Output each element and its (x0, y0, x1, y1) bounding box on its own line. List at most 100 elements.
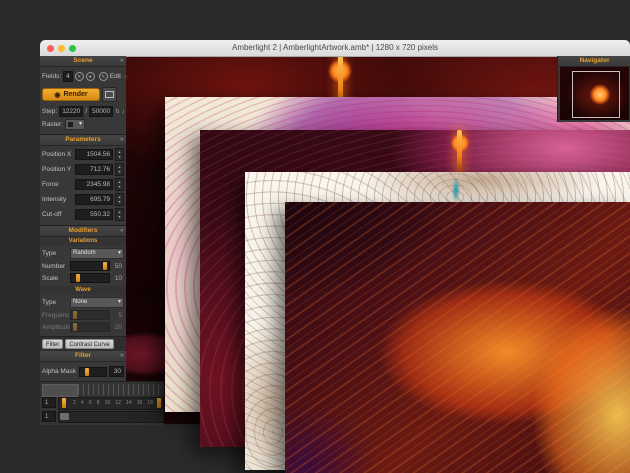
left-panel-column: Scene ✕ Fields: 4 ✕ ● ✎ Edit ⁘ ◉ Render (40, 56, 126, 424)
remove-field-icon[interactable]: ✕ (75, 72, 84, 81)
render-settings-button[interactable] (102, 87, 117, 102)
timeline-start-marker[interactable] (62, 398, 66, 408)
param-label: Intensity (42, 196, 73, 203)
wave-type-label: Type (42, 299, 68, 306)
frequency-label: Frequency (42, 312, 68, 319)
render-button-label: Render (63, 91, 87, 98)
move-handle-icon[interactable]: ⁘ (123, 73, 128, 81)
timeline-track[interactable]: 24681012141618 (58, 397, 164, 410)
amplitude-label: Amplitude (42, 324, 68, 331)
flame-artwork-detail (457, 130, 462, 174)
close-icon[interactable]: ✕ (120, 226, 124, 236)
add-field-icon[interactable]: ● (86, 72, 95, 81)
filter-panel-title: Filter (75, 352, 91, 359)
render-icon: ◉ (54, 91, 60, 99)
param-value-field[interactable]: 1504.56 (75, 149, 113, 160)
stepper-control[interactable]: ▴▾ (115, 163, 124, 176)
variations-type-value: Random (73, 249, 96, 258)
parameters-panel: Parameters ✕ Position X1504.56▴▾ Positio… (40, 135, 126, 226)
step-separator: / (85, 108, 87, 115)
scale-slider[interactable] (70, 273, 110, 283)
timeline-track-label: 1 (42, 397, 56, 408)
close-icon[interactable]: ✕ (120, 135, 124, 145)
number-label: Number (42, 263, 68, 270)
timeline-scroll-handle[interactable] (60, 413, 69, 420)
filter-panel-header[interactable]: Filter ✕ (40, 351, 126, 362)
timeline-end-marker[interactable] (157, 398, 161, 408)
param-value-field[interactable]: 695.79 (75, 194, 113, 205)
scene-panel-header[interactable]: Scene ✕ (40, 56, 126, 67)
navigator-panel-title: Navigator (580, 57, 610, 64)
frequency-slider[interactable] (70, 310, 110, 320)
fields-label: Fields: (42, 73, 61, 80)
timeline-scrollbar[interactable] (58, 411, 164, 423)
wave-type-value: None (73, 298, 87, 307)
render-button[interactable]: ◉ Render (42, 88, 100, 101)
number-slider[interactable] (70, 261, 110, 271)
variations-type-dropdown[interactable]: Random ▾ (70, 248, 124, 259)
edit-label[interactable]: Edit (110, 73, 121, 80)
swap-icon[interactable]: ⇅ (115, 109, 120, 115)
note-icon[interactable]: ♪ (122, 109, 125, 115)
scene-panel: Scene ✕ Fields: 4 ✕ ● ✎ Edit ⁘ ◉ Render (40, 56, 126, 135)
timeline-ruler (78, 384, 162, 395)
param-value-field[interactable]: 712.76 (75, 164, 113, 175)
param-value-field[interactable]: 2345.98 (75, 179, 113, 190)
edit-field-icon[interactable]: ✎ (99, 72, 108, 81)
chevron-down-icon: ▾ (118, 249, 121, 258)
step-label: Step: (42, 108, 57, 115)
alpha-mask-label: Alpha Mask (42, 368, 77, 375)
raster-dropdown[interactable]: ▾ (65, 119, 85, 130)
titlebar[interactable]: Amberlight 2 | AmberlightArtwork.amb* | … (40, 40, 630, 57)
modifiers-panel-header[interactable]: Modifiers ✕ (40, 226, 126, 237)
number-value: 50 (112, 263, 122, 270)
modifiers-panel: Modifiers ✕ Variations Type Random ▾ Num… (40, 226, 126, 337)
param-label: Position X (42, 151, 73, 158)
raster-swatch (68, 122, 73, 127)
scene-panel-title: Scene (73, 57, 92, 64)
timeline-preview-box[interactable] (42, 384, 78, 397)
variations-type-label: Type (42, 250, 68, 257)
raster-label: Raster: (42, 121, 63, 128)
stepper-control[interactable]: ▴▾ (115, 208, 124, 221)
param-label: Cut-off (42, 211, 73, 218)
step-total-field[interactable]: 50000 (89, 106, 113, 117)
wave-type-dropdown[interactable]: None ▾ (70, 297, 124, 308)
variations-subheader: Variations (40, 237, 126, 246)
stepper-control[interactable]: ▴▾ (115, 178, 124, 191)
navigator-view-rectangle[interactable] (572, 71, 620, 118)
param-value-field[interactable]: 550.32 (75, 209, 113, 220)
navigator-panel-header[interactable]: Navigator (558, 56, 630, 67)
chevron-down-icon: ▾ (79, 120, 82, 129)
scale-label: Scale (42, 275, 68, 282)
amplitude-slider[interactable] (70, 322, 110, 332)
scale-value: 10 (112, 275, 122, 282)
artwork-layer-fire (285, 202, 630, 473)
param-label: Force (42, 181, 73, 188)
desktop-background: Amberlight 2 | AmberlightArtwork.amb* | … (0, 0, 630, 473)
stepper-control[interactable]: ▴▾ (115, 193, 124, 206)
timeline-tick-numbers: 24681012141618 (73, 399, 153, 408)
fields-count-field[interactable]: 4 (63, 71, 73, 82)
timeline-panel: 1 24681012141618 1 (40, 381, 164, 425)
navigator-panel: Navigator (557, 56, 630, 122)
close-icon[interactable]: ✕ (120, 351, 124, 361)
stepper-control[interactable]: ▴▾ (115, 148, 124, 161)
parameters-panel-title: Parameters (65, 136, 100, 143)
tab-contrast-curve[interactable]: Contrast Curve (65, 339, 113, 349)
filter-tabs: Filter Contrast Curve (42, 339, 124, 349)
timeline-scroll-label: 1 (42, 411, 56, 422)
window-title: Amberlight 2 | AmberlightArtwork.amb* | … (40, 40, 630, 56)
frequency-value: 5 (112, 312, 122, 319)
parameters-panel-header[interactable]: Parameters ✕ (40, 135, 126, 146)
param-label: Position Y (42, 166, 73, 173)
navigator-thumbnail[interactable] (560, 67, 629, 120)
wave-subheader: Wave (40, 286, 126, 295)
tab-filter[interactable]: Filter (42, 339, 63, 349)
close-icon[interactable]: ✕ (120, 56, 124, 66)
modifiers-panel-title: Modifiers (69, 227, 98, 234)
step-current-field[interactable]: 12220 (59, 106, 83, 117)
alpha-mask-slider[interactable] (79, 367, 107, 377)
alpha-mask-value: 30 (109, 366, 124, 377)
image-icon (105, 91, 114, 98)
